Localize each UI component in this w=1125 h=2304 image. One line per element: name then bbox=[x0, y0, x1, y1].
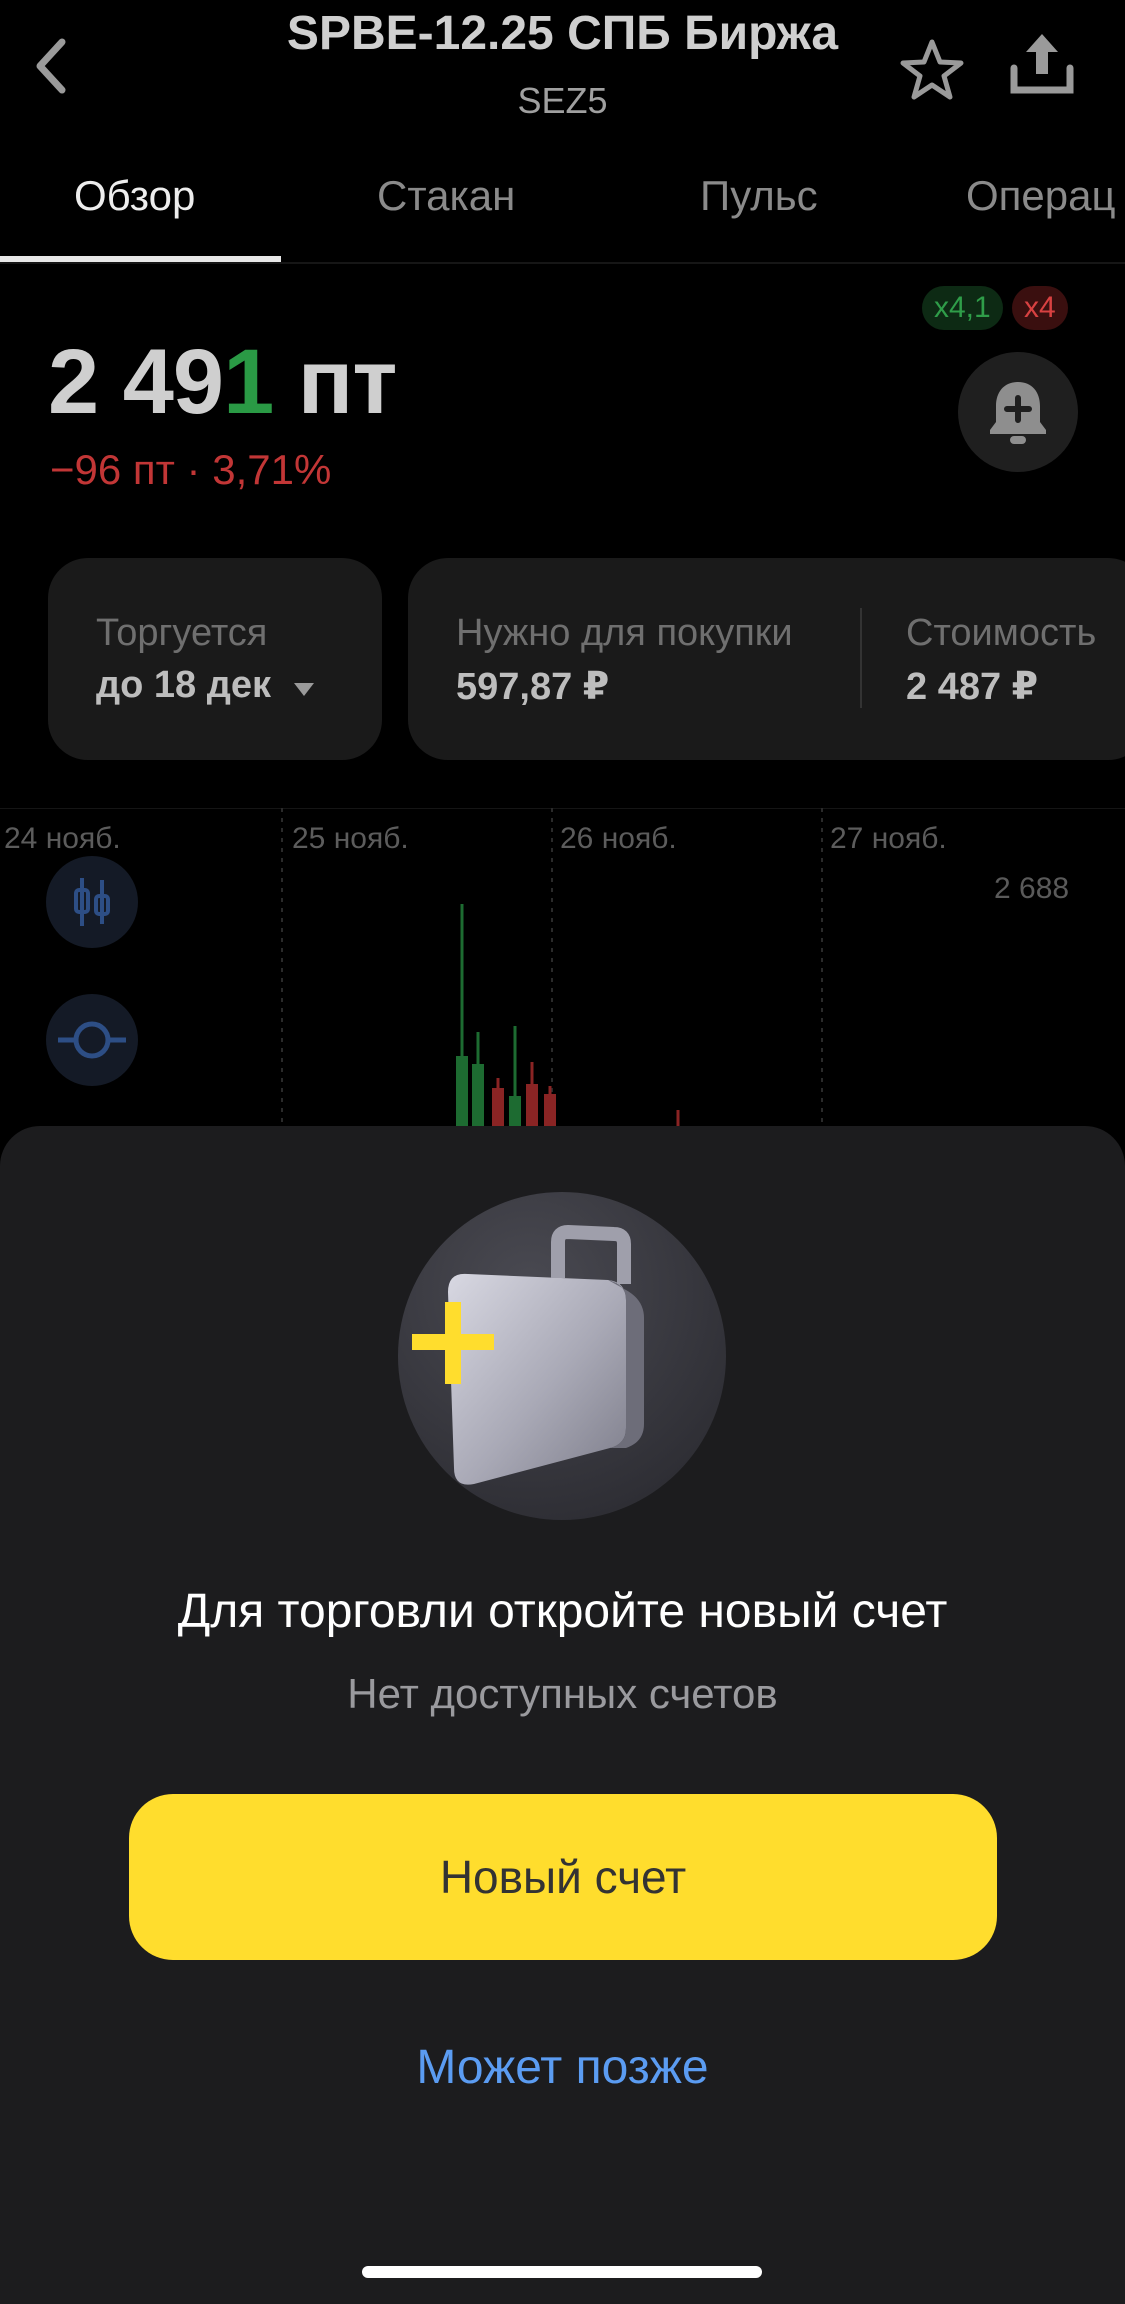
price-last-digit: 1 bbox=[223, 331, 274, 433]
tabs-divider bbox=[0, 262, 1125, 264]
price-value: 2 491 пт bbox=[48, 330, 398, 435]
trading-period-date: до 18 дек bbox=[96, 664, 271, 706]
tab-operations[interactable]: Операц bbox=[966, 172, 1116, 220]
leverage-short-badge: x4 bbox=[1012, 286, 1068, 330]
maybe-later-button[interactable]: Может позже bbox=[0, 2040, 1125, 2095]
cost-value: 2 487 ₽ bbox=[906, 666, 1039, 708]
trading-period-label: Торгуется bbox=[96, 612, 268, 654]
chart-date-label: 26 нояб. bbox=[560, 822, 677, 855]
chart-date-label: 25 нояб. bbox=[292, 822, 409, 855]
chart-type-button[interactable] bbox=[46, 856, 138, 948]
tab-overview[interactable]: Обзор bbox=[74, 172, 195, 220]
active-tab-indicator bbox=[0, 256, 281, 262]
home-indicator[interactable] bbox=[362, 2266, 762, 2278]
share-icon bbox=[1010, 34, 1074, 94]
share-button[interactable] bbox=[1006, 28, 1078, 100]
price-unit: пт bbox=[273, 331, 398, 433]
card-divider bbox=[860, 608, 862, 708]
price-change: −96 пт · 3,71% bbox=[50, 446, 332, 493]
chart-date-label: 24 нояб. bbox=[4, 822, 121, 855]
buy-required-value: 597,87 ₽ bbox=[456, 666, 610, 708]
costs-card[interactable]: Нужно для покупки 597,87 ₽ Стоимость 2 4… bbox=[408, 558, 1125, 760]
candles-icon bbox=[74, 878, 110, 926]
chart-price-label: 2 688 bbox=[994, 872, 1070, 905]
bell-plus-icon bbox=[990, 382, 1046, 444]
trading-period-card[interactable]: Торгуется до 18 дек bbox=[48, 558, 382, 760]
dropdown-triangle-icon bbox=[292, 665, 316, 708]
new-account-button[interactable]: Новый счет bbox=[129, 1794, 997, 1960]
buy-required-label: Нужно для покупки bbox=[456, 612, 793, 654]
trading-period-value: до 18 дек bbox=[96, 664, 316, 708]
add-alert-button[interactable] bbox=[958, 352, 1078, 472]
sheet-subtitle: Нет доступных счетов bbox=[347, 1670, 778, 1717]
briefcase-plus-icon bbox=[398, 1192, 726, 1520]
favorite-button[interactable] bbox=[896, 34, 968, 106]
chart-date-label: 27 нояб. bbox=[830, 822, 947, 855]
leverage-long-badge: x4,1 bbox=[922, 286, 1003, 330]
tab-orderbook[interactable]: Стакан bbox=[377, 172, 515, 220]
tab-pulse[interactable]: Пульс bbox=[700, 172, 818, 220]
candlesticks bbox=[456, 904, 680, 1136]
crosshair-icon bbox=[58, 1021, 126, 1059]
sheet-title: Для торговли откройте новый счет bbox=[177, 1585, 948, 1638]
cost-label: Стоимость bbox=[906, 612, 1097, 654]
crosshair-button[interactable] bbox=[46, 994, 138, 1086]
price-main: 2 49 bbox=[48, 331, 224, 433]
star-icon bbox=[900, 39, 964, 100]
